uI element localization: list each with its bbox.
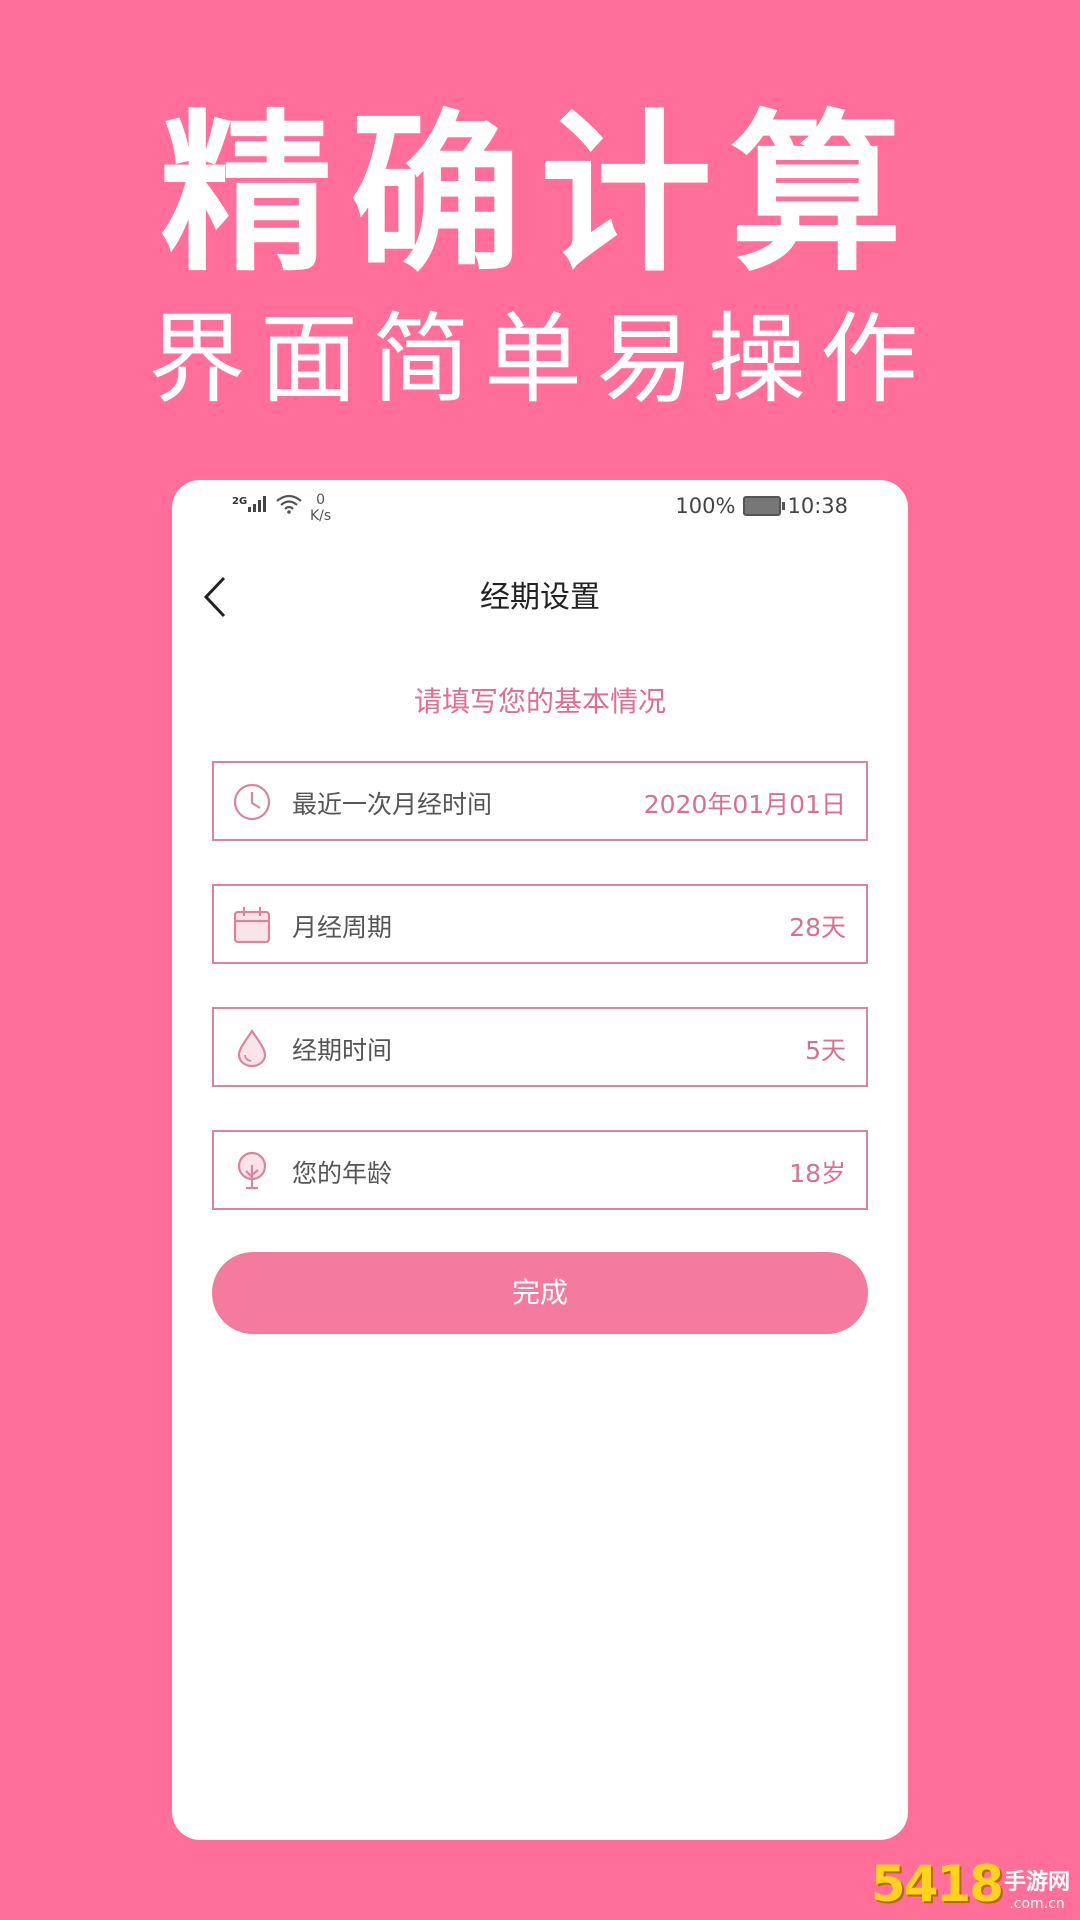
watermark-url: .com.cn — [1009, 1896, 1065, 1912]
field-label: 月经周期 — [292, 913, 393, 942]
battery-icon — [743, 496, 786, 516]
field-label: 经期时间 — [292, 1036, 393, 1065]
watermark-cn: 手游网 — [1003, 1870, 1070, 1895]
network-speed: 0 K/s — [310, 492, 331, 524]
tree-icon — [237, 1151, 267, 1190]
signal-icon — [248, 496, 267, 512]
field-value: 5天 — [805, 1036, 846, 1065]
nav-bar: 经期设置 — [172, 540, 908, 655]
cycle-length-field[interactable]: 月经周期 28天 — [212, 884, 868, 964]
field-value: 2020年01月01日 — [643, 790, 846, 819]
watermark-logo: 5418 手游网 .com.cn — [871, 1856, 1070, 1912]
speed-value: 0 — [316, 492, 326, 508]
clock-time: 10:38 — [787, 494, 848, 518]
promo-headline: 精确计算 — [160, 94, 920, 295]
wifi-icon — [276, 494, 302, 514]
field-value: 18岁 — [789, 1159, 846, 1188]
field-label: 最近一次月经时间 — [292, 790, 493, 819]
promo-subheadline: 界面简单易操作 — [147, 303, 932, 417]
field-value: 28天 — [789, 913, 846, 942]
done-button[interactable]: 完成 — [212, 1252, 868, 1334]
calendar-icon — [233, 907, 271, 944]
drop-icon — [237, 1029, 267, 1068]
form-heading: 请填写您的基本情况 — [413, 685, 666, 718]
status-bar: 2G 0 K/s 100% 10:38 — [172, 480, 908, 540]
network-type: 2G — [232, 496, 248, 507]
period-duration-field[interactable]: 经期时间 5天 — [212, 1007, 868, 1087]
status-right: 100% 10:38 — [675, 494, 848, 518]
page-title: 经期设置 — [480, 580, 600, 615]
speed-unit: K/s — [310, 508, 332, 524]
phone-screen: 2G 0 K/s 100% 10:38 经期设置 请填写您的基本情况 最近一次月… — [172, 480, 908, 1840]
signal-group: 2G — [232, 494, 303, 514]
watermark-text: 手游网 .com.cn — [1004, 1870, 1070, 1912]
last-period-date-field[interactable]: 最近一次月经时间 2020年01月01日 — [212, 761, 868, 841]
battery-percent: 100% — [675, 494, 736, 518]
clock-icon — [233, 783, 271, 821]
age-field[interactable]: 您的年龄 18岁 — [212, 1130, 868, 1210]
field-label: 您的年龄 — [292, 1159, 393, 1188]
watermark-number: 5418 — [870, 1855, 1004, 1913]
